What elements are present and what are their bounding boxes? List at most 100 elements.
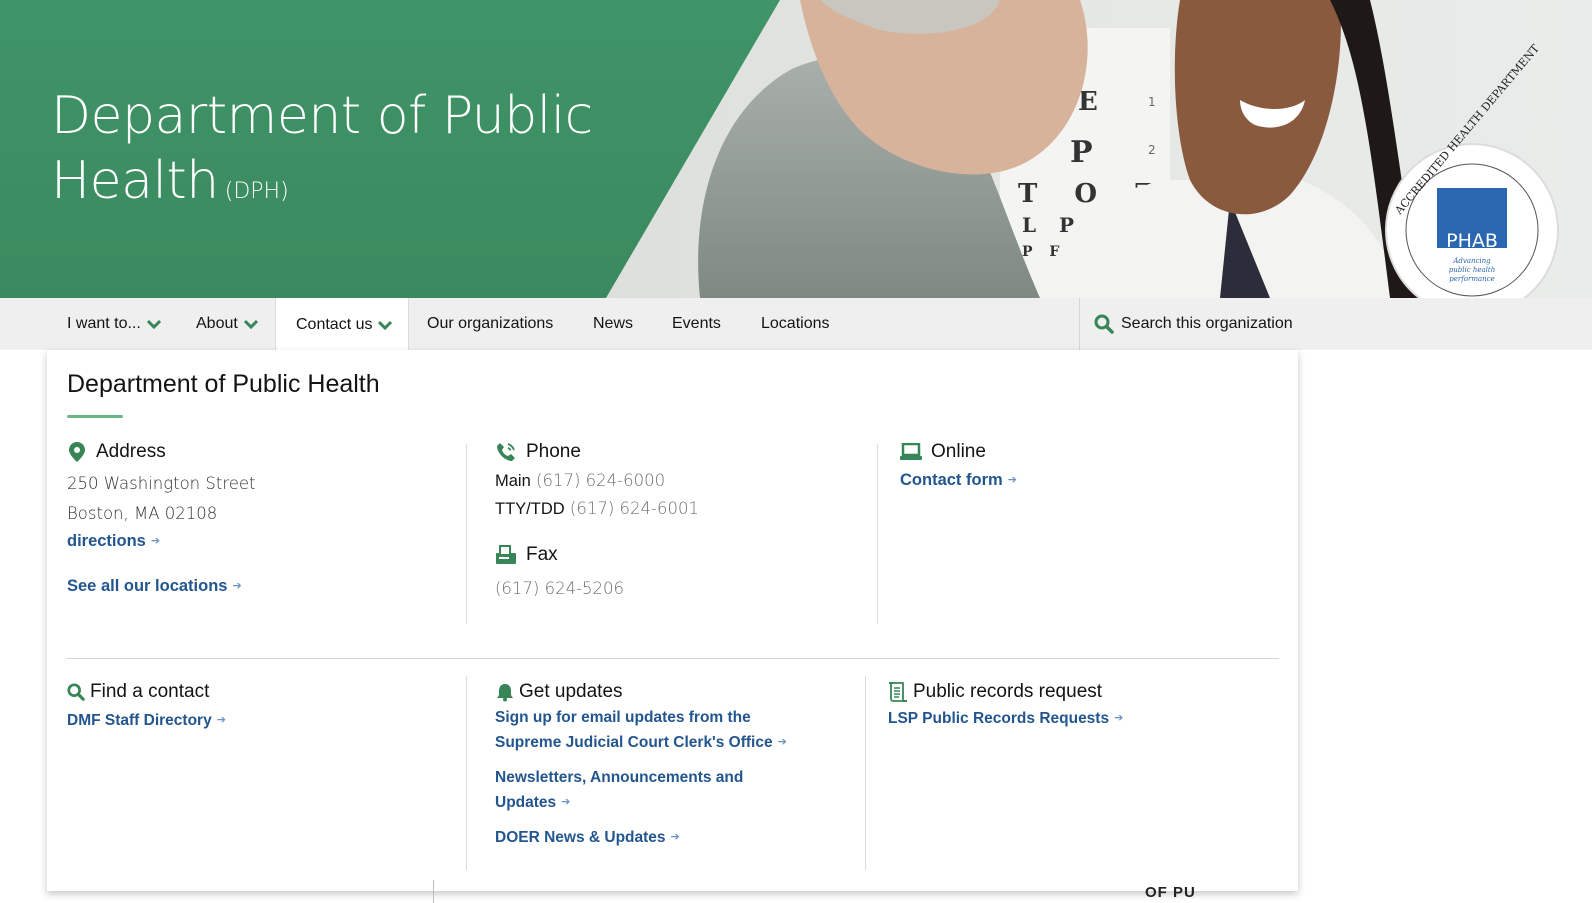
phone-tty-number[interactable]: (617) 624-6001 bbox=[570, 499, 699, 518]
nav-locations-label: Locations bbox=[761, 315, 830, 332]
address-line-1: 250 Washington Street bbox=[67, 474, 256, 493]
find-contact-section: Find a contact DMF Staff Directory ➔ bbox=[67, 678, 447, 733]
nav-about[interactable]: About bbox=[196, 298, 258, 350]
phone-tty: TTY/TDD (617) 624-6001 bbox=[495, 495, 855, 523]
address-heading-label: Address bbox=[96, 441, 166, 462]
phone-icon bbox=[497, 443, 515, 461]
email-updates-label: Sign up for email updates from the Supre… bbox=[495, 709, 773, 751]
staff-directory-link[interactable]: DMF Staff Directory ➔ bbox=[67, 708, 226, 733]
nav-news[interactable]: News bbox=[593, 298, 633, 350]
online-section: Online Contact form ➔ bbox=[900, 438, 1260, 492]
search-organization-label: Search this organization bbox=[1121, 315, 1293, 332]
nav-locations[interactable]: Locations bbox=[761, 298, 830, 350]
svg-text:performance: performance bbox=[1449, 275, 1495, 283]
phone-heading-label: Phone bbox=[526, 441, 581, 462]
public-records-heading: Public records request bbox=[888, 678, 1268, 706]
bell-icon bbox=[497, 684, 513, 702]
background-divider bbox=[433, 880, 434, 903]
svg-text:public health: public health bbox=[1449, 266, 1495, 274]
contact-form-link[interactable]: Contact form ➔ bbox=[900, 468, 1017, 492]
phone-tty-label: TTY/TDD bbox=[495, 500, 565, 518]
see-all-locations-label: See all our locations bbox=[67, 577, 228, 595]
org-nav-bar: I want to... About Contact us Our organi… bbox=[0, 298, 1592, 351]
chevron-down-icon bbox=[378, 320, 393, 330]
public-records-heading-label: Public records request bbox=[913, 681, 1103, 702]
search-icon bbox=[1094, 314, 1114, 334]
hero-banner: E P T O Z L P E D P E C F 123 PHAB Advan… bbox=[0, 0, 1592, 298]
title-underline bbox=[67, 415, 123, 418]
map-pin-icon bbox=[69, 442, 85, 462]
nav-contact-us[interactable]: Contact us bbox=[275, 298, 410, 351]
doer-news-link[interactable]: DOER News & Updates ➔ bbox=[495, 825, 835, 850]
contact-form-label: Contact form bbox=[900, 471, 1003, 489]
nav-i-want-to[interactable]: I want to... bbox=[67, 298, 161, 350]
phone-main: Main (617) 624-6000 bbox=[495, 467, 855, 495]
svg-text:P: P bbox=[1070, 135, 1093, 170]
page-title: Department of Public Health (DPH) bbox=[51, 86, 593, 211]
fax-heading-label: Fax bbox=[526, 544, 558, 565]
doer-news-label: DOER News & Updates bbox=[495, 829, 666, 846]
search-organization-button[interactable]: Search this organization bbox=[1079, 298, 1592, 350]
arrow-right-icon: ➔ bbox=[561, 796, 571, 808]
search-icon bbox=[67, 683, 85, 701]
column-divider bbox=[466, 444, 467, 624]
fax-icon bbox=[496, 545, 516, 564]
nav-news-label: News bbox=[593, 315, 634, 332]
address-heading: Address bbox=[67, 438, 447, 466]
email-updates-link[interactable]: Sign up for email updates from the Supre… bbox=[495, 706, 795, 755]
svg-text:1: 1 bbox=[1148, 95, 1156, 109]
phone-heading: Phone bbox=[495, 438, 855, 466]
see-all-locations-link[interactable]: See all our locations ➔ bbox=[67, 574, 242, 598]
arrow-right-icon: ➔ bbox=[1114, 712, 1124, 724]
nav-our-organizations-label: Our organizations bbox=[427, 315, 554, 332]
page-title-abbr: (DPH) bbox=[224, 179, 289, 204]
nav-i-want-to-label: I want to... bbox=[67, 315, 141, 332]
address-section: Address 250 Washington Street Boston, MA… bbox=[67, 438, 447, 598]
get-updates-section: Get updates Sign up for email updates fr… bbox=[495, 678, 835, 850]
staff-directory-label: DMF Staff Directory bbox=[67, 712, 212, 729]
find-contact-heading: Find a contact bbox=[67, 678, 447, 706]
address-line-2: Boston, MA 02108 bbox=[67, 504, 218, 523]
nav-about-label: About bbox=[196, 315, 238, 332]
nav-events-label: Events bbox=[672, 315, 721, 332]
online-heading-label: Online bbox=[931, 441, 986, 462]
get-updates-heading-label: Get updates bbox=[519, 681, 623, 702]
column-divider bbox=[877, 444, 878, 624]
phone-main-number[interactable]: (617) 624-6000 bbox=[536, 471, 665, 490]
online-heading: Online bbox=[900, 438, 1260, 466]
nav-events[interactable]: Events bbox=[672, 298, 721, 350]
newsletters-link[interactable]: Newsletters, Announcements and Updates ➔ bbox=[495, 766, 795, 815]
arrow-right-icon: ➔ bbox=[1007, 474, 1017, 486]
find-contact-heading-label: Find a contact bbox=[90, 681, 210, 702]
arrow-right-icon: ➔ bbox=[777, 736, 787, 748]
directions-link-label: directions bbox=[67, 532, 146, 550]
directions-link[interactable]: directions ➔ bbox=[67, 529, 160, 553]
fax-number: (617) 624-5206 bbox=[495, 579, 625, 598]
nav-our-organizations[interactable]: Our organizations bbox=[427, 298, 553, 350]
svg-text:2: 2 bbox=[1148, 143, 1156, 157]
arrow-right-icon: ➔ bbox=[216, 714, 226, 726]
newsletters-label: Newsletters, Announcements and Updates bbox=[495, 769, 744, 811]
column-divider bbox=[865, 676, 866, 870]
fax-heading: Fax bbox=[495, 541, 855, 569]
arrow-right-icon: ➔ bbox=[232, 580, 242, 592]
background-partial-text: OF PU bbox=[1145, 884, 1196, 901]
chevron-down-icon bbox=[146, 319, 161, 329]
column-divider bbox=[466, 676, 467, 870]
get-updates-heading: Get updates bbox=[495, 678, 835, 706]
laptop-icon bbox=[900, 443, 922, 460]
scroll-icon bbox=[889, 682, 907, 702]
lsp-records-link[interactable]: LSP Public Records Requests ➔ bbox=[888, 706, 1123, 731]
public-records-section: Public records request LSP Public Record… bbox=[888, 678, 1268, 731]
arrow-right-icon: ➔ bbox=[670, 831, 680, 843]
phone-main-label: Main bbox=[495, 472, 531, 490]
chevron-down-icon bbox=[243, 319, 258, 329]
phone-section: Phone Main (617) 624-6000 TTY/TDD (617) … bbox=[495, 438, 855, 604]
row-divider bbox=[67, 658, 1279, 659]
contact-us-dropdown: Department of Public Health Address 250 … bbox=[47, 350, 1298, 891]
arrow-right-icon: ➔ bbox=[150, 535, 161, 547]
nav-contact-us-label: Contact us bbox=[296, 315, 373, 333]
panel-title: Department of Public Health bbox=[67, 370, 380, 398]
svg-text:Advancing: Advancing bbox=[1452, 257, 1491, 265]
lsp-records-label: LSP Public Records Requests bbox=[888, 710, 1110, 727]
